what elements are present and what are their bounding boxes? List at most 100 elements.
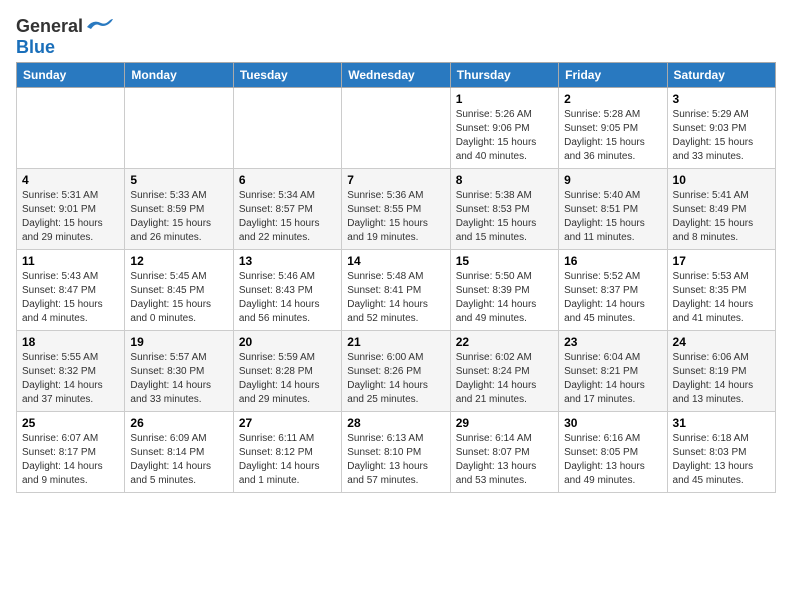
calendar-cell: 24 Sunrise: 6:06 AM Sunset: 8:19 PM Dayli… bbox=[667, 331, 775, 412]
day-number: 6 bbox=[239, 173, 336, 187]
calendar-cell bbox=[17, 88, 125, 169]
day-info: Sunrise: 6:07 AM Sunset: 8:17 PM Dayligh… bbox=[22, 432, 119, 488]
logo-blue-text: Blue bbox=[16, 37, 55, 58]
day-number: 27 bbox=[239, 416, 336, 430]
day-info: Sunrise: 5:53 AM Sunset: 8:35 PM Dayligh… bbox=[673, 270, 770, 326]
day-info: Sunrise: 5:31 AM Sunset: 9:01 PM Dayligh… bbox=[22, 189, 119, 245]
day-number: 15 bbox=[456, 254, 553, 268]
day-number: 30 bbox=[564, 416, 661, 430]
calendar-cell: 30 Sunrise: 6:16 AM Sunset: 8:05 PM Dayli… bbox=[559, 412, 667, 493]
calendar-cell: 28 Sunrise: 6:13 AM Sunset: 8:10 PM Dayli… bbox=[342, 412, 450, 493]
calendar-cell: 18Sunrise: 5:55 AM Sunset: 8:32 PM Dayli… bbox=[17, 331, 125, 412]
weekday-header: Tuesday bbox=[233, 63, 341, 88]
day-number: 19 bbox=[130, 335, 227, 349]
calendar-header-row: SundayMondayTuesdayWednesdayThursdayFrid… bbox=[17, 63, 776, 88]
day-info: Sunrise: 5:45 AM Sunset: 8:45 PM Dayligh… bbox=[130, 270, 227, 326]
calendar-cell: 14 Sunrise: 5:48 AM Sunset: 8:41 PM Dayli… bbox=[342, 250, 450, 331]
calendar-week-row: 25 Sunrise: 6:07 AM Sunset: 8:17 PM Dayli… bbox=[17, 412, 776, 493]
day-info: Sunrise: 5:50 AM Sunset: 8:39 PM Dayligh… bbox=[456, 270, 553, 326]
day-number: 4 bbox=[22, 173, 119, 187]
calendar-cell: 22 Sunrise: 6:02 AM Sunset: 8:24 PM Dayli… bbox=[450, 331, 558, 412]
day-info: Sunrise: 6:14 AM Sunset: 8:07 PM Dayligh… bbox=[456, 432, 553, 488]
calendar-cell: 27 Sunrise: 6:11 AM Sunset: 8:12 PM Dayli… bbox=[233, 412, 341, 493]
calendar-cell: 26 Sunrise: 6:09 AM Sunset: 8:14 PM Dayli… bbox=[125, 412, 233, 493]
day-number: 13 bbox=[239, 254, 336, 268]
day-number: 31 bbox=[673, 416, 770, 430]
logo-general-text: General bbox=[16, 16, 83, 37]
calendar-cell: 16Sunrise: 5:52 AM Sunset: 8:37 PM Dayli… bbox=[559, 250, 667, 331]
day-number: 11 bbox=[22, 254, 119, 268]
calendar-cell: 8 Sunrise: 5:38 AM Sunset: 8:53 PM Daylig… bbox=[450, 169, 558, 250]
day-number: 28 bbox=[347, 416, 444, 430]
day-number: 18 bbox=[22, 335, 119, 349]
calendar-cell: 1 Sunrise: 5:26 AM Sunset: 9:06 PM Daylig… bbox=[450, 88, 558, 169]
day-info: Sunrise: 5:43 AM Sunset: 8:47 PM Dayligh… bbox=[22, 270, 119, 326]
weekday-header: Friday bbox=[559, 63, 667, 88]
day-info: Sunrise: 5:40 AM Sunset: 8:51 PM Dayligh… bbox=[564, 189, 661, 245]
day-number: 26 bbox=[130, 416, 227, 430]
day-number: 2 bbox=[564, 92, 661, 106]
calendar-week-row: 1 Sunrise: 5:26 AM Sunset: 9:06 PM Daylig… bbox=[17, 88, 776, 169]
weekday-header: Saturday bbox=[667, 63, 775, 88]
day-info: Sunrise: 5:34 AM Sunset: 8:57 PM Dayligh… bbox=[239, 189, 336, 245]
day-number: 10 bbox=[673, 173, 770, 187]
calendar-cell: 7Sunrise: 5:36 AM Sunset: 8:55 PM Daylig… bbox=[342, 169, 450, 250]
calendar-cell: 29 Sunrise: 6:14 AM Sunset: 8:07 PM Dayli… bbox=[450, 412, 558, 493]
day-number: 14 bbox=[347, 254, 444, 268]
day-number: 9 bbox=[564, 173, 661, 187]
calendar-week-row: 4 Sunrise: 5:31 AM Sunset: 9:01 PM Daylig… bbox=[17, 169, 776, 250]
day-info: Sunrise: 5:46 AM Sunset: 8:43 PM Dayligh… bbox=[239, 270, 336, 326]
calendar-cell: 17 Sunrise: 5:53 AM Sunset: 8:35 PM Dayli… bbox=[667, 250, 775, 331]
calendar-cell: 6 Sunrise: 5:34 AM Sunset: 8:57 PM Daylig… bbox=[233, 169, 341, 250]
day-info: Sunrise: 5:26 AM Sunset: 9:06 PM Dayligh… bbox=[456, 108, 553, 164]
day-number: 3 bbox=[673, 92, 770, 106]
day-info: Sunrise: 5:28 AM Sunset: 9:05 PM Dayligh… bbox=[564, 108, 661, 164]
calendar-cell: 12Sunrise: 5:45 AM Sunset: 8:45 PM Dayli… bbox=[125, 250, 233, 331]
day-number: 20 bbox=[239, 335, 336, 349]
calendar-cell: 9 Sunrise: 5:40 AM Sunset: 8:51 PM Daylig… bbox=[559, 169, 667, 250]
day-info: Sunrise: 6:16 AM Sunset: 8:05 PM Dayligh… bbox=[564, 432, 661, 488]
day-info: Sunrise: 6:11 AM Sunset: 8:12 PM Dayligh… bbox=[239, 432, 336, 488]
day-number: 29 bbox=[456, 416, 553, 430]
calendar-cell: 19 Sunrise: 5:57 AM Sunset: 8:30 PM Dayli… bbox=[125, 331, 233, 412]
day-info: Sunrise: 5:29 AM Sunset: 9:03 PM Dayligh… bbox=[673, 108, 770, 164]
calendar-cell: 3 Sunrise: 5:29 AM Sunset: 9:03 PM Daylig… bbox=[667, 88, 775, 169]
day-info: Sunrise: 5:59 AM Sunset: 8:28 PM Dayligh… bbox=[239, 351, 336, 407]
calendar-cell bbox=[125, 88, 233, 169]
logo-bird-icon bbox=[85, 17, 113, 37]
day-info: Sunrise: 5:48 AM Sunset: 8:41 PM Dayligh… bbox=[347, 270, 444, 326]
calendar-week-row: 18Sunrise: 5:55 AM Sunset: 8:32 PM Dayli… bbox=[17, 331, 776, 412]
calendar-cell: 5Sunrise: 5:33 AM Sunset: 8:59 PM Daylig… bbox=[125, 169, 233, 250]
calendar-cell: 4 Sunrise: 5:31 AM Sunset: 9:01 PM Daylig… bbox=[17, 169, 125, 250]
day-info: Sunrise: 6:13 AM Sunset: 8:10 PM Dayligh… bbox=[347, 432, 444, 488]
calendar-cell: 25 Sunrise: 6:07 AM Sunset: 8:17 PM Dayli… bbox=[17, 412, 125, 493]
weekday-header: Monday bbox=[125, 63, 233, 88]
day-info: Sunrise: 6:02 AM Sunset: 8:24 PM Dayligh… bbox=[456, 351, 553, 407]
day-number: 1 bbox=[456, 92, 553, 106]
calendar-cell: 31Sunrise: 6:18 AM Sunset: 8:03 PM Dayli… bbox=[667, 412, 775, 493]
day-number: 25 bbox=[22, 416, 119, 430]
day-info: Sunrise: 5:52 AM Sunset: 8:37 PM Dayligh… bbox=[564, 270, 661, 326]
day-info: Sunrise: 5:38 AM Sunset: 8:53 PM Dayligh… bbox=[456, 189, 553, 245]
weekday-header: Thursday bbox=[450, 63, 558, 88]
day-info: Sunrise: 6:09 AM Sunset: 8:14 PM Dayligh… bbox=[130, 432, 227, 488]
day-number: 17 bbox=[673, 254, 770, 268]
day-number: 22 bbox=[456, 335, 553, 349]
calendar-cell: 2 Sunrise: 5:28 AM Sunset: 9:05 PM Daylig… bbox=[559, 88, 667, 169]
day-number: 21 bbox=[347, 335, 444, 349]
day-info: Sunrise: 6:00 AM Sunset: 8:26 PM Dayligh… bbox=[347, 351, 444, 407]
day-info: Sunrise: 6:04 AM Sunset: 8:21 PM Dayligh… bbox=[564, 351, 661, 407]
calendar-cell: 13 Sunrise: 5:46 AM Sunset: 8:43 PM Dayli… bbox=[233, 250, 341, 331]
calendar-week-row: 11 Sunrise: 5:43 AM Sunset: 8:47 PM Dayli… bbox=[17, 250, 776, 331]
calendar-cell: 20 Sunrise: 5:59 AM Sunset: 8:28 PM Dayli… bbox=[233, 331, 341, 412]
day-info: Sunrise: 5:41 AM Sunset: 8:49 PM Dayligh… bbox=[673, 189, 770, 245]
calendar-cell: 10 Sunrise: 5:41 AM Sunset: 8:49 PM Dayli… bbox=[667, 169, 775, 250]
day-info: Sunrise: 5:57 AM Sunset: 8:30 PM Dayligh… bbox=[130, 351, 227, 407]
logo: General Blue bbox=[16, 16, 113, 58]
calendar-cell: 21 Sunrise: 6:00 AM Sunset: 8:26 PM Dayli… bbox=[342, 331, 450, 412]
day-info: Sunrise: 6:06 AM Sunset: 8:19 PM Dayligh… bbox=[673, 351, 770, 407]
day-number: 23 bbox=[564, 335, 661, 349]
day-number: 24 bbox=[673, 335, 770, 349]
weekday-header: Wednesday bbox=[342, 63, 450, 88]
day-number: 8 bbox=[456, 173, 553, 187]
